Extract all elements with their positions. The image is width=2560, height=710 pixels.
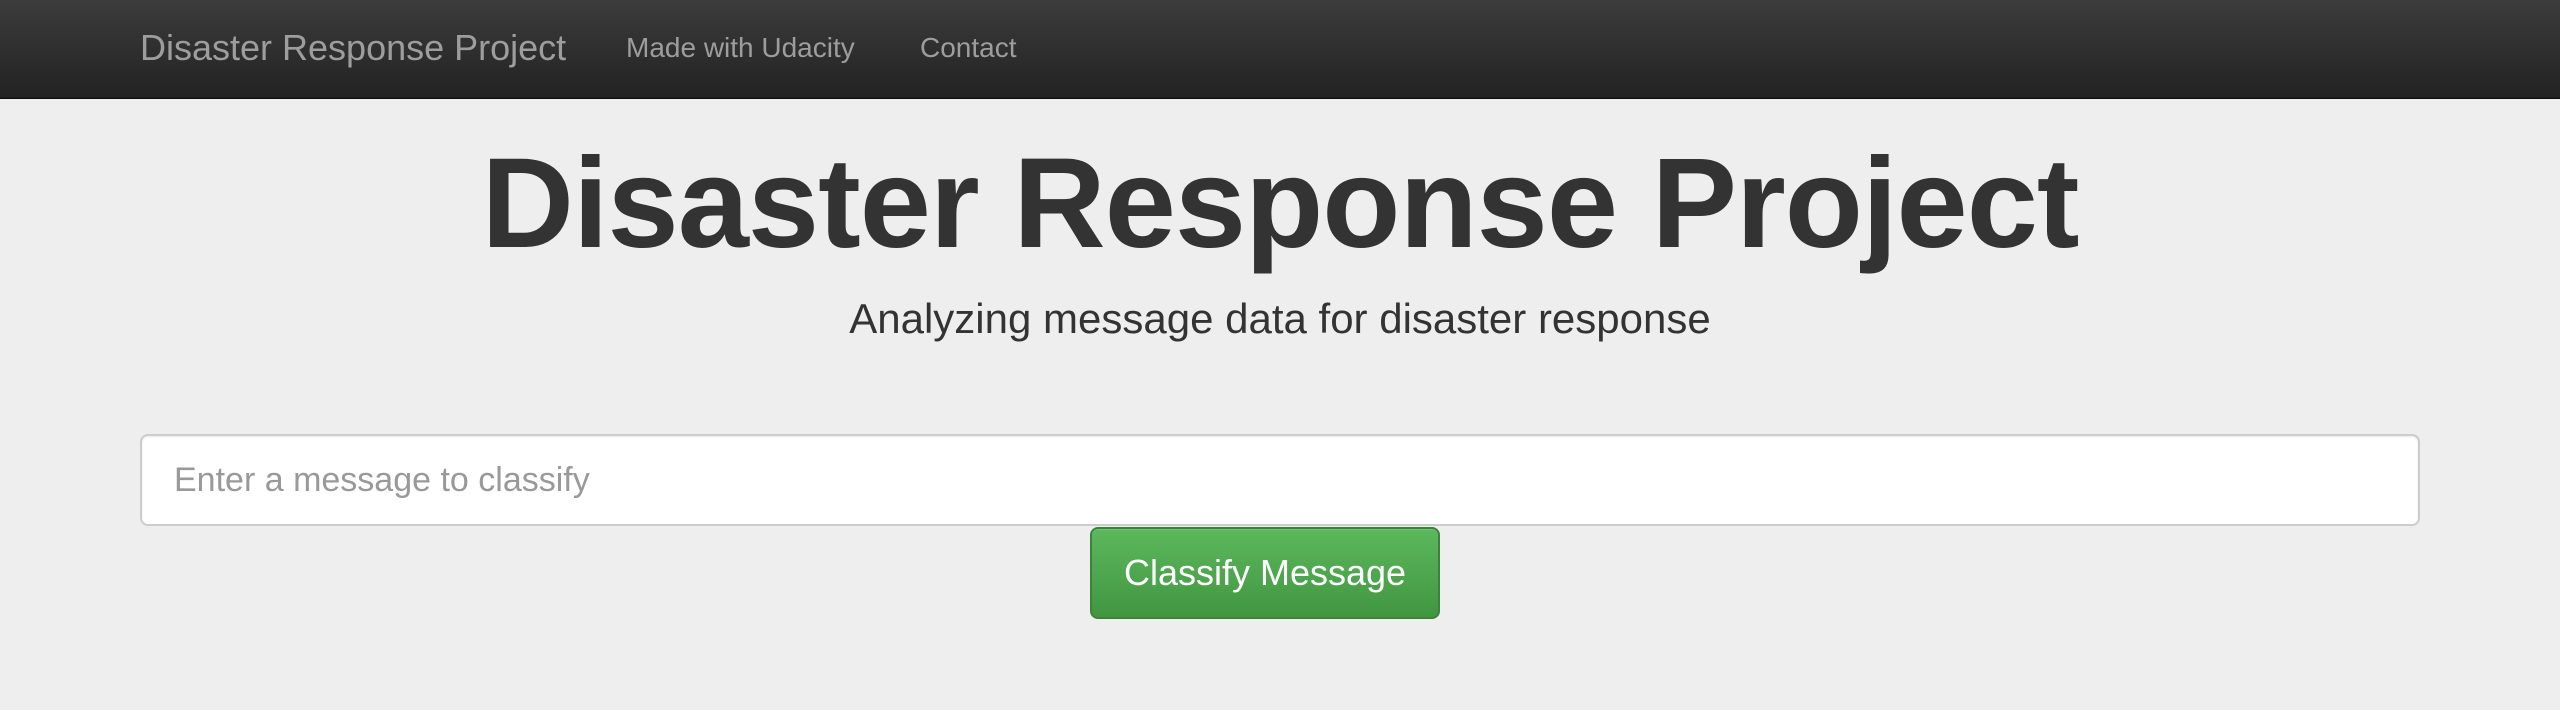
- jumbotron: Disaster Response Project Analyzing mess…: [0, 99, 2560, 710]
- page-title: Disaster Response Project: [481, 132, 2080, 275]
- navbar-brand-link[interactable]: Disaster Response Project: [140, 0, 566, 96]
- message-input[interactable]: [140, 434, 2420, 526]
- page-subtitle: Analyzing message data for disaster resp…: [849, 295, 1711, 342]
- nav-link-made-with-udacity[interactable]: Made with Udacity: [626, 0, 855, 96]
- nav-link-contact[interactable]: Contact: [920, 0, 1017, 96]
- classify-message-button[interactable]: Classify Message: [1090, 527, 1440, 619]
- top-navbar: Disaster Response Project Made with Udac…: [0, 0, 2560, 99]
